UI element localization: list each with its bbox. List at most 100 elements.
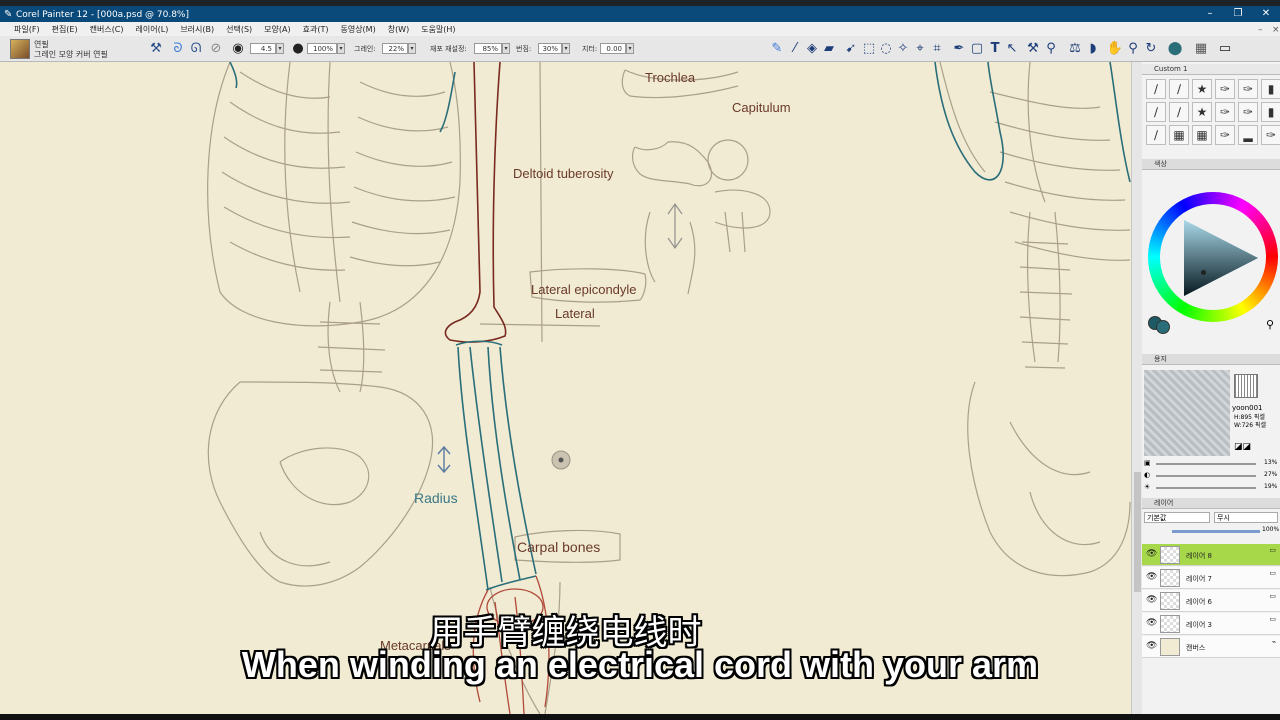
paper-texture-preview[interactable] bbox=[1144, 370, 1230, 456]
brush-preset-16[interactable]: ✑ bbox=[1215, 125, 1235, 145]
brush-preset-13[interactable]: ∕ bbox=[1146, 125, 1166, 145]
grain-field[interactable]: 22% bbox=[382, 43, 408, 54]
menu-brushes[interactable]: 브러시(B) bbox=[174, 22, 220, 35]
menu-window[interactable]: 창(W) bbox=[382, 22, 416, 35]
rubber-stamp-icon[interactable]: ⚲ bbox=[1042, 40, 1060, 58]
size-dropdown[interactable]: ▾ bbox=[276, 43, 284, 54]
rectangle-select-icon[interactable]: ⬚ bbox=[860, 40, 878, 58]
resaturation-field[interactable]: 85% bbox=[474, 43, 502, 54]
bleed-field[interactable]: 30% bbox=[538, 43, 562, 54]
jitter-label: 지터: bbox=[582, 45, 598, 53]
eraser-tool-icon[interactable]: ▰ bbox=[820, 40, 838, 58]
magic-wand-icon[interactable]: ✧ bbox=[894, 40, 912, 58]
reset-tool-icon[interactable]: ⚒ bbox=[147, 40, 165, 58]
doc-close-icon[interactable]: × bbox=[1266, 23, 1280, 35]
jitter-field[interactable]: 0.00 bbox=[600, 43, 626, 54]
screen-mode-icon[interactable]: ▭ bbox=[1216, 40, 1234, 58]
opacity-field[interactable]: 100% bbox=[307, 43, 337, 54]
paper-thumbnail[interactable] bbox=[1234, 374, 1258, 398]
visibility-eye-icon[interactable]: 👁 bbox=[1146, 595, 1157, 605]
dropper-tool-icon[interactable]: ⁄ bbox=[786, 40, 804, 58]
size-field[interactable]: 4.5 bbox=[250, 43, 276, 54]
brush-preset-12[interactable]: ▮ bbox=[1261, 102, 1280, 122]
magnifier-icon[interactable]: ⚲ bbox=[1124, 40, 1142, 58]
brush-preset-14[interactable]: ▦ bbox=[1169, 125, 1189, 145]
brush-preset-9[interactable]: ★ bbox=[1192, 102, 1212, 122]
brush-preset-17[interactable]: ▂ bbox=[1238, 125, 1258, 145]
minimize-icon[interactable]: – bbox=[1200, 8, 1220, 19]
rotate-page-icon[interactable]: ↻ bbox=[1142, 40, 1160, 58]
paper-brightness-slider[interactable] bbox=[1156, 487, 1256, 489]
brush-selector-thumbnail[interactable] bbox=[10, 39, 30, 59]
brush-ghost-icon[interactable]: ⊘ bbox=[207, 40, 225, 58]
dab-preview-icon[interactable]: ◉ bbox=[229, 40, 247, 58]
menu-file[interactable]: 파일(F) bbox=[8, 22, 46, 35]
bleed-dropdown[interactable]: ▾ bbox=[562, 43, 570, 54]
resaturation-dropdown[interactable]: ▾ bbox=[502, 43, 510, 54]
crop-tool-icon[interactable]: ⌗ bbox=[928, 40, 946, 58]
pen-tool-icon[interactable]: ✒ bbox=[950, 40, 968, 58]
composite-depth-select[interactable]: 무시 bbox=[1214, 512, 1278, 523]
menu-edit[interactable]: 편집(E) bbox=[46, 22, 84, 35]
paper-scale-slider[interactable] bbox=[1156, 463, 1256, 465]
menu-movie[interactable]: 동영상(M) bbox=[334, 22, 381, 35]
brush-preset-8[interactable]: ∕ bbox=[1169, 102, 1189, 122]
shape-selection-icon[interactable]: ↖ bbox=[1003, 40, 1021, 58]
restore-icon[interactable]: ❐ bbox=[1228, 8, 1248, 19]
menu-layers[interactable]: 레이어(L) bbox=[130, 22, 175, 35]
layer-row[interactable]: 👁 레이어 7 ▭ bbox=[1142, 567, 1280, 589]
menu-select[interactable]: 선택(S) bbox=[220, 22, 258, 35]
visibility-eye-icon[interactable]: 👁 bbox=[1146, 618, 1157, 628]
color-picker-cursor[interactable] bbox=[1201, 270, 1206, 275]
paper-invert-icon[interactable]: ◪◪ bbox=[1234, 442, 1251, 452]
brush-preset-11[interactable]: ✑ bbox=[1238, 102, 1258, 122]
paper-texture-icon[interactable]: ▦ bbox=[1192, 40, 1210, 58]
brushes-tab[interactable]: Custom 1 bbox=[1142, 64, 1280, 75]
brush-preset-6[interactable]: ▮ bbox=[1261, 79, 1280, 99]
layer-adjuster-icon[interactable]: ➹ bbox=[842, 40, 860, 58]
grabber-hand-icon[interactable]: ✋ bbox=[1106, 40, 1124, 58]
menu-effects[interactable]: 효과(T) bbox=[297, 22, 335, 35]
brush-preset-10[interactable]: ✑ bbox=[1215, 102, 1235, 122]
rectangle-shape-icon[interactable]: ▢ bbox=[968, 40, 986, 58]
paper-contrast-slider[interactable] bbox=[1156, 475, 1256, 477]
paint-bucket-icon[interactable]: ◈ bbox=[803, 40, 821, 58]
color-swatch-icon[interactable]: ⬤ bbox=[1166, 40, 1184, 58]
opacity-dropdown[interactable]: ▾ bbox=[337, 43, 345, 54]
brush-preset-18[interactable]: ✑ bbox=[1261, 125, 1280, 145]
menu-help[interactable]: 도움말(H) bbox=[415, 22, 461, 35]
layer-row[interactable]: 👁 레이어 3 ▭ bbox=[1142, 613, 1280, 635]
text-tool-icon[interactable]: T bbox=[986, 40, 1004, 58]
layer-opacity-value: 100% bbox=[1262, 526, 1280, 533]
oval-select-icon[interactable]: ◌ bbox=[877, 40, 895, 58]
layer-row[interactable]: 👁 레이어 8 ▭ bbox=[1142, 544, 1280, 566]
transform-tool-icon[interactable]: ⌖ bbox=[911, 40, 929, 58]
cloner-tool-icon[interactable]: ⚒ bbox=[1024, 40, 1042, 58]
menu-shapes[interactable]: 모양(A) bbox=[258, 22, 296, 35]
jitter-dropdown[interactable]: ▾ bbox=[626, 43, 634, 54]
composite-method-select[interactable]: 기본값 bbox=[1144, 512, 1210, 523]
brush-preset-5[interactable]: ✑ bbox=[1238, 79, 1258, 99]
secondary-color-swatch[interactable] bbox=[1156, 320, 1170, 334]
dodge-tool-icon[interactable]: ⚖ bbox=[1066, 40, 1084, 58]
brush-preset-4[interactable]: ✑ bbox=[1215, 79, 1235, 99]
brush-preset-7[interactable]: ∕ bbox=[1146, 102, 1166, 122]
brush-preset-15[interactable]: ▦ bbox=[1192, 125, 1212, 145]
brush-preset-3[interactable]: ★ bbox=[1192, 79, 1212, 99]
brush-preset-1[interactable]: ∕ bbox=[1146, 79, 1166, 99]
freehand-stroke-icon[interactable]: ᘐ bbox=[169, 40, 187, 58]
brush-tool-icon[interactable]: ✎ bbox=[768, 40, 786, 58]
menu-canvas[interactable]: 캔버스(C) bbox=[84, 22, 130, 35]
mirror-paint-icon[interactable]: ◗ bbox=[1084, 40, 1102, 58]
canvas-scrollbar[interactable] bbox=[1131, 62, 1142, 714]
straight-line-stroke-icon[interactable]: ᘏ bbox=[187, 40, 205, 58]
layer-opacity-slider[interactable] bbox=[1172, 530, 1260, 533]
close-icon[interactable]: ✕ bbox=[1256, 8, 1276, 19]
scrollbar-thumb[interactable] bbox=[1134, 472, 1141, 592]
color-dropper-icon[interactable]: ⚲ bbox=[1266, 318, 1274, 331]
brush-preset-2[interactable]: ∕ bbox=[1169, 79, 1189, 99]
visibility-eye-icon[interactable]: 👁 bbox=[1146, 549, 1157, 559]
visibility-eye-icon[interactable]: 👁 bbox=[1146, 572, 1157, 582]
grain-dropdown[interactable]: ▾ bbox=[408, 43, 416, 54]
layer-row[interactable]: 👁 레이어 6 ▭ bbox=[1142, 590, 1280, 612]
